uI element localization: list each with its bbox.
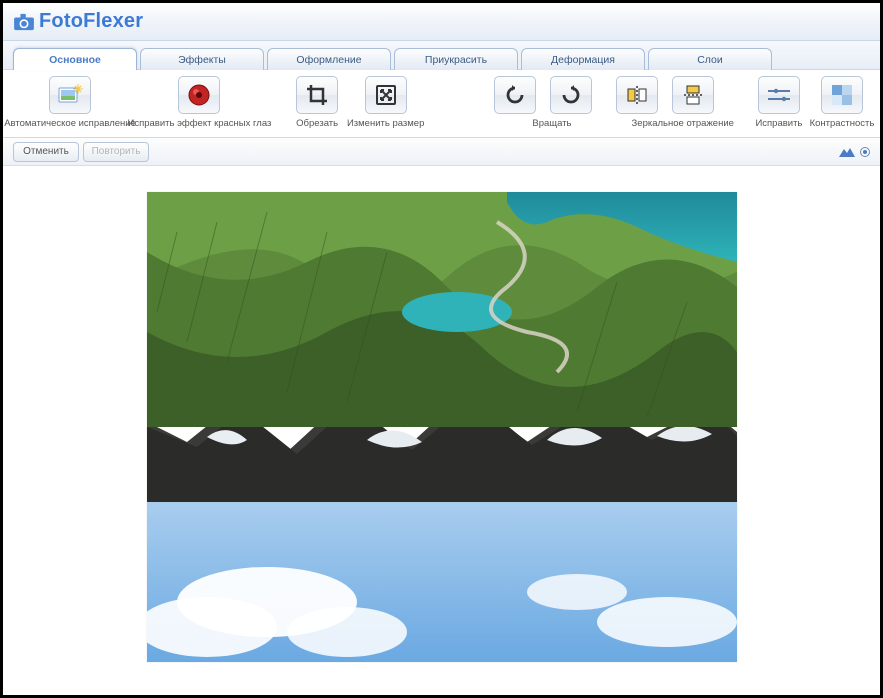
- contrast-button[interactable]: [821, 76, 863, 114]
- app-header: FotoFlexer: [3, 3, 880, 41]
- camera-icon: [13, 13, 35, 31]
- tool-label: Изменить размер: [347, 118, 424, 129]
- photo-canvas[interactable]: [147, 192, 737, 662]
- toolbar: Автоматическое исправление Исправить эфф…: [3, 70, 880, 138]
- tab-label: Основное: [49, 54, 101, 66]
- app-frame: FotoFlexer Основное Эффекты Оформление П…: [0, 0, 883, 698]
- tabs-row: Основное Эффекты Оформление Приукрасить …: [3, 41, 880, 70]
- rotate-group: [490, 76, 596, 114]
- redeye-button[interactable]: [178, 76, 220, 114]
- tab-label: Деформация: [551, 54, 615, 66]
- tool-label: Исправить эффект красных глаз: [127, 118, 271, 129]
- tool-mirror-h: [612, 76, 662, 114]
- app-title: FotoFlexer: [39, 10, 143, 33]
- undo-button[interactable]: Отменить: [13, 142, 79, 162]
- resize-button[interactable]: [365, 76, 407, 114]
- tab-label: Оформление: [296, 54, 361, 66]
- tool-label: Автоматическое исправление: [4, 118, 136, 129]
- tab-decorate[interactable]: Оформление: [267, 48, 391, 70]
- button-label: Отменить: [23, 146, 69, 157]
- tab-main[interactable]: Основное: [13, 48, 137, 70]
- tool-label: Исправить: [755, 118, 802, 129]
- mirror-group: [612, 76, 718, 114]
- canvas-area: [3, 166, 880, 695]
- tool-contrast: Контрастность: [814, 76, 870, 129]
- view-mode-radio[interactable]: [860, 147, 870, 157]
- tool-crop: Обрезать: [292, 76, 342, 129]
- rotate-left-button[interactable]: [494, 76, 536, 114]
- action-bar: Отменить Повторить: [3, 138, 880, 166]
- tool-label: Обрезать: [296, 118, 338, 129]
- autofix-button[interactable]: [49, 76, 91, 114]
- mirror-label: Зеркальное отражение: [632, 118, 734, 129]
- tab-beautify[interactable]: Приукрасить: [394, 48, 518, 70]
- app-logo: FotoFlexer: [13, 10, 143, 33]
- button-label: Повторить: [92, 146, 141, 157]
- rotate-right-button[interactable]: [550, 76, 592, 114]
- tool-resize: Изменить размер: [352, 76, 419, 129]
- tab-layers[interactable]: Слои: [648, 48, 772, 70]
- tool-label: Контрастность: [810, 118, 875, 129]
- tab-label: Приукрасить: [425, 54, 487, 66]
- tool-rotate-left: [490, 76, 540, 114]
- tool-straighten: Исправить: [754, 76, 804, 129]
- tab-effects[interactable]: Эффекты: [140, 48, 264, 70]
- tool-rotate-right: [546, 76, 596, 114]
- mirror-v-button[interactable]: [672, 76, 714, 114]
- rotate-label: Вращать: [510, 118, 593, 129]
- mirror-h-button[interactable]: [616, 76, 658, 114]
- tab-label: Слои: [697, 54, 723, 66]
- tool-autofix: Автоматическое исправление: [13, 76, 127, 129]
- tool-redeye: Исправить эффект красных глаз: [137, 76, 262, 129]
- tab-label: Эффекты: [178, 54, 226, 66]
- crop-button[interactable]: [296, 76, 338, 114]
- tool-mirror-v: [668, 76, 718, 114]
- straighten-button[interactable]: [758, 76, 800, 114]
- tab-distort[interactable]: Деформация: [521, 48, 645, 70]
- redo-button[interactable]: Повторить: [83, 142, 149, 162]
- mountain-icon: [838, 145, 856, 159]
